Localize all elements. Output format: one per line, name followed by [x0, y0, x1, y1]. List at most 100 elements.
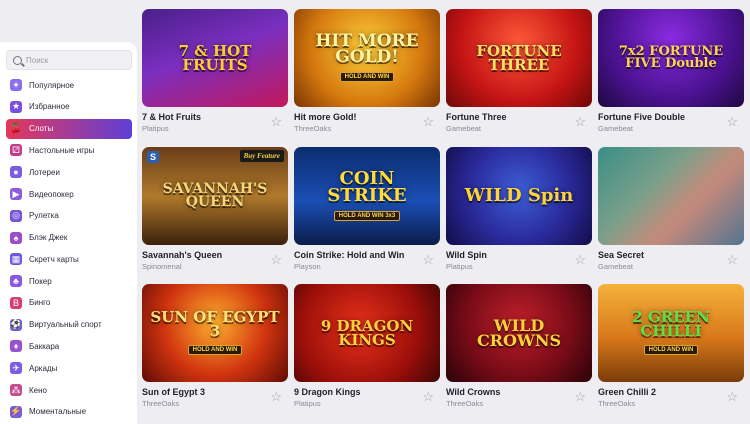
game-card[interactable]: HIT MORE GOLD! HOLD AND WIN Hit more Gold!… [294, 9, 440, 137]
game-logo-subtitle: HOLD AND WIN [339, 72, 395, 83]
bingo-icon: B [10, 296, 22, 309]
game-card[interactable]: 2 GREEN CHILLI HOLD AND WIN Green Chilli 2… [598, 284, 744, 412]
game-title[interactable]: Savannah's Queen [142, 250, 288, 260]
favorite-star-icon[interactable]: ☆ [422, 115, 434, 128]
lightning-icon: ⚡ [10, 405, 22, 418]
game-thumbnail[interactable]: WILD CROWNS [446, 284, 592, 382]
favorite-star-icon[interactable]: ☆ [422, 253, 434, 266]
sidebar-item-4[interactable]: ● Лотереи [6, 162, 132, 182]
search-input[interactable] [26, 55, 126, 65]
game-card[interactable]: Sea Secret Gamebeat ☆ [598, 147, 744, 275]
game-title[interactable]: Sun of Egypt 3 [142, 387, 288, 397]
sidebar-item-12[interactable]: ♦ Баккара [6, 336, 132, 356]
game-provider: Gamebeat [598, 124, 634, 133]
sidebar-item-label: Лотереи [29, 167, 60, 177]
sidebar-item-14[interactable]: ⁂ Кено [6, 380, 132, 400]
game-card[interactable]: SAVANNAH'S QUEEN Buy Feature S Savannah's Q… [142, 147, 288, 275]
game-logo-text: SAVANNAH'S QUEEN [162, 180, 268, 210]
game-title[interactable]: 7 & Hot Fruits [142, 112, 288, 122]
game-card[interactable]: WILD CROWNS Wild Crowns ThreeOaks ☆ [446, 284, 592, 412]
game-title[interactable]: Wild Spin [446, 250, 592, 260]
category-sidebar: ✦ Популярное ★ Избранное 🍒 Слоты ⚂ Настольные и… [0, 42, 137, 424]
game-thumbnail[interactable]: 7 & HOT FRUITS [142, 9, 288, 107]
game-thumbnail[interactable] [598, 147, 744, 245]
game-logo-text: 9 DRAGON KINGS [320, 316, 414, 349]
sidebar-item-15[interactable]: ⚡ Моментальные [6, 402, 132, 422]
game-info: Fortune Three Gamebeat ☆ [446, 107, 592, 137]
game-title[interactable]: Coin Strike: Hold and Win [294, 250, 440, 260]
sidebar-item-3[interactable]: ⚂ Настольные игры [6, 140, 132, 160]
game-provider: Platipus [294, 399, 321, 408]
sidebar-item-label: Аркады [29, 363, 58, 373]
favorite-star-icon[interactable]: ☆ [574, 115, 586, 128]
sidebar-item-10[interactable]: B Бинго [6, 293, 132, 313]
sidebar-item-6[interactable]: ◎ Рулетка [6, 206, 132, 226]
game-thumbnail[interactable]: 2 GREEN CHILLI HOLD AND WIN [598, 284, 744, 382]
star-icon: ★ [10, 100, 22, 113]
game-provider: Platipus [446, 262, 473, 271]
game-info: Green Chilli 2 ThreeOaks ☆ [598, 382, 744, 412]
sidebar-item-13[interactable]: ✈ Аркады [6, 358, 132, 378]
game-thumbnail[interactable]: 7x2 FORTUNE FIVE Double [598, 9, 744, 107]
game-logo-text: 2 GREEN CHILLI [632, 307, 710, 340]
game-provider: ThreeOaks [142, 399, 180, 408]
game-info: Coin Strike: Hold and Win Playson ☆ [294, 245, 440, 275]
sidebar-item-11[interactable]: ⚽ Виртуальный спорт [6, 315, 132, 335]
favorite-star-icon[interactable]: ☆ [422, 390, 434, 403]
game-title[interactable]: Green Chilli 2 [598, 387, 744, 397]
game-title[interactable]: 9 Dragon Kings [294, 387, 440, 397]
game-provider: Platipus [142, 124, 169, 133]
game-info: Wild Crowns ThreeOaks ☆ [446, 382, 592, 412]
game-card[interactable]: 9 DRAGON KINGS 9 Dragon Kings Platipus ☆ [294, 284, 440, 412]
game-card[interactable]: SUN OF EGYPT 3 HOLD AND WIN Sun of Egypt 3… [142, 284, 288, 412]
cherries-icon: 🍒 [10, 123, 22, 134]
favorite-star-icon[interactable]: ☆ [726, 115, 738, 128]
sidebar-item-label: Слоты [29, 124, 54, 134]
favorite-star-icon[interactable]: ☆ [270, 115, 282, 128]
game-logo-text: 7 & HOT FRUITS [178, 41, 252, 74]
game-logo-subtitle: HOLD AND WIN [187, 345, 243, 356]
game-thumbnail[interactable]: COIN STRIKE HOLD AND WIN 3x3 [294, 147, 440, 245]
game-title[interactable]: Fortune Three [446, 112, 592, 122]
favorite-star-icon[interactable]: ☆ [574, 390, 586, 403]
game-card[interactable]: 7x2 FORTUNE FIVE Double Fortune Five Doub… [598, 9, 744, 137]
game-logo-text: HIT MORE GOLD! [315, 30, 419, 67]
favorite-star-icon[interactable]: ☆ [270, 390, 282, 403]
sidebar-item-7[interactable]: ♠ Блэк Джек [6, 227, 132, 247]
video-poker-icon: ▶ [10, 188, 22, 200]
sidebar-item-2[interactable]: 🍒 Слоты [6, 118, 132, 139]
game-thumbnail[interactable]: WILD Spin [446, 147, 592, 245]
sidebar-item-1[interactable]: ★ Избранное [6, 97, 132, 117]
game-thumbnail[interactable]: SUN OF EGYPT 3 HOLD AND WIN [142, 284, 288, 382]
game-thumbnail[interactable]: FORTUNE THREE [446, 9, 592, 107]
buy-feature-badge: Buy Feature [239, 150, 284, 162]
favorite-star-icon[interactable]: ☆ [270, 253, 282, 266]
game-title[interactable]: Sea Secret [598, 250, 744, 260]
game-title[interactable]: Hit more Gold! [294, 112, 440, 122]
sidebar-item-0[interactable]: ✦ Популярное [6, 75, 132, 95]
sidebar-item-8[interactable]: ▦ Скретч карты [6, 249, 132, 269]
favorite-star-icon[interactable]: ☆ [726, 253, 738, 266]
game-card[interactable]: COIN STRIKE HOLD AND WIN 3x3 Coin Strike: … [294, 147, 440, 275]
sidebar-item-9[interactable]: ♣ Покер [6, 271, 132, 291]
sidebar-item-label: Избранное [29, 102, 70, 112]
game-card[interactable]: WILD Spin Wild Spin Platipus ☆ [446, 147, 592, 275]
game-logo-subtitle: HOLD AND WIN 3x3 [333, 211, 401, 222]
game-logo-text: WILD Spin [464, 185, 574, 207]
game-thumbnail[interactable]: 9 DRAGON KINGS [294, 284, 440, 382]
favorite-star-icon[interactable]: ☆ [574, 253, 586, 266]
sidebar-item-5[interactable]: ▶ Видеопокер [6, 184, 132, 204]
sidebar-item-label: Кено [29, 385, 47, 395]
sidebar-item-label: Видеопокер [29, 189, 74, 199]
game-card[interactable]: FORTUNE THREE Fortune Three Gamebeat ☆ [446, 9, 592, 137]
game-title[interactable]: Wild Crowns [446, 387, 592, 397]
search-box[interactable] [6, 50, 132, 70]
game-thumbnail[interactable]: SAVANNAH'S QUEEN Buy Feature S [142, 147, 288, 245]
favorite-star-icon[interactable]: ☆ [726, 390, 738, 403]
game-thumbnail[interactable]: HIT MORE GOLD! HOLD AND WIN [294, 9, 440, 107]
game-card[interactable]: 7 & HOT FRUITS 7 & Hot Fruits Platipus ☆ [142, 9, 288, 137]
game-title[interactable]: Fortune Five Double [598, 112, 744, 122]
arcade-icon: ✈ [10, 362, 22, 375]
roulette-icon: ◎ [10, 209, 22, 222]
game-info: 9 Dragon Kings Platipus ☆ [294, 382, 440, 412]
